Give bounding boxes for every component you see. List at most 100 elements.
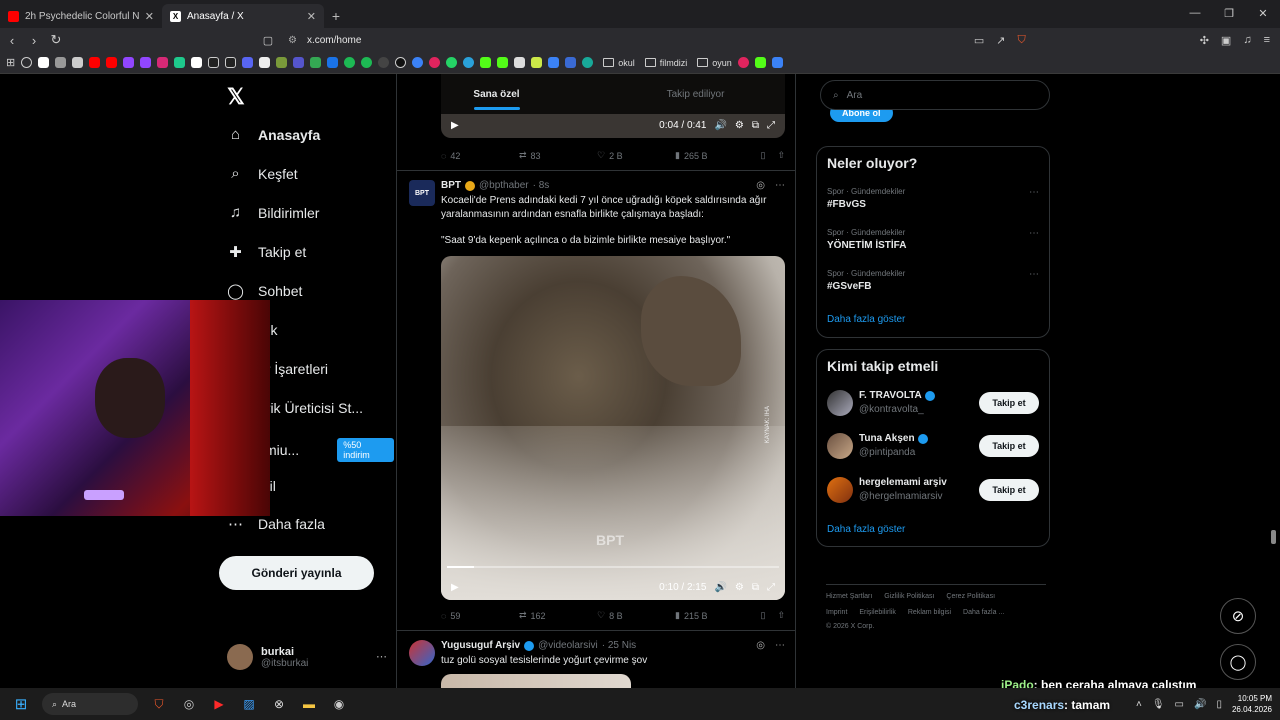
trend-item[interactable]: Spor · Gündemdekiler #GSveFB ⋯	[827, 269, 1039, 292]
bookmark-icon[interactable]	[429, 57, 441, 68]
new-tab-button[interactable]: +	[324, 4, 348, 28]
bookmark-icon[interactable]	[582, 57, 594, 68]
wallet-icon[interactable]: ▣	[1221, 34, 1231, 47]
github-bookmark-icon[interactable]	[395, 57, 407, 68]
reply-button[interactable]: ◌ 59	[441, 611, 519, 621]
grok-icon[interactable]: ◎	[756, 180, 765, 191]
bookmark-icon[interactable]	[771, 57, 783, 68]
video-player[interactable]: BPT KAYNAK: İHA ▶ 0:10 / 2:15 🔊 ⚙ ⧉ ⤢	[441, 256, 785, 600]
footer-link[interactable]: Gizlilik Politikası	[884, 593, 934, 600]
play-icon[interactable]: ▶	[451, 120, 459, 131]
messages-fab[interactable]: ◯	[1220, 644, 1256, 680]
follow-button[interactable]: Takip et	[979, 435, 1039, 457]
whatsapp-bookmark-icon[interactable]	[446, 57, 458, 68]
like-button[interactable]: ♡ 8 B	[597, 610, 675, 621]
tweet-time[interactable]: · 25 Nis	[602, 640, 636, 651]
network-icon[interactable]: ▭	[1175, 699, 1184, 710]
bookmark-icon[interactable]	[293, 57, 305, 68]
battery-icon[interactable]: ▯	[1216, 699, 1222, 710]
steam-icon[interactable]: ◉	[324, 688, 354, 720]
grok-fab[interactable]: ⊘	[1220, 598, 1256, 634]
bookmark-icon[interactable]	[531, 57, 543, 68]
tab-following[interactable]: Takip ediliyor	[596, 74, 795, 114]
close-tab-icon[interactable]: ✕	[307, 10, 316, 23]
avatar[interactable]	[827, 477, 853, 503]
post-button[interactable]: Gönderi yayınla	[219, 556, 374, 590]
brave-app-icon[interactable]: ⛉	[144, 688, 174, 720]
follow-suggestion[interactable]: Tuna Akşen @pintipanda Takip et	[827, 431, 1039, 461]
reply-button[interactable]: ◌ 42	[441, 151, 519, 161]
telegram-bookmark-icon[interactable]	[463, 57, 475, 68]
author-name[interactable]: Yugusuguf Arşiv	[441, 640, 520, 651]
bookmark-icon[interactable]	[737, 57, 749, 68]
search-input[interactable]: ⌕ Ara	[820, 80, 1050, 110]
kick-bookmark-icon[interactable]	[480, 57, 492, 68]
bookmark-icon[interactable]	[378, 57, 390, 68]
tab-x-home[interactable]: X Anasayfa / X ✕	[162, 4, 324, 28]
tweet-media[interactable]	[441, 674, 631, 688]
volume-icon[interactable]: 🔊	[1194, 699, 1206, 710]
author-name[interactable]: BPT	[441, 180, 461, 191]
settings-icon[interactable]: ⚙	[735, 582, 744, 593]
youtube-music-icon[interactable]: ▶	[204, 688, 234, 720]
play-icon[interactable]: ▶	[451, 582, 459, 593]
follow-suggestion[interactable]: hergelemami arşiv @hergelmamiarsiv Takip…	[827, 475, 1039, 505]
spotify-bookmark-icon[interactable]	[361, 57, 373, 68]
forward-icon[interactable]: ›	[24, 33, 44, 48]
url-field[interactable]: ⚙ x.com/home	[280, 30, 1000, 50]
avatar[interactable]	[409, 640, 435, 666]
x-bookmark-icon[interactable]	[191, 57, 203, 68]
spotify-bookmark-icon[interactable]	[344, 57, 356, 68]
fullscreen-icon[interactable]: ⤢	[767, 582, 775, 593]
apps-icon[interactable]: ⊞	[6, 56, 15, 69]
show-more-link[interactable]: Daha fazla göster	[827, 524, 905, 535]
bookmark-folder-okul[interactable]: okul	[603, 58, 635, 68]
cast-icon[interactable]: ▭	[974, 34, 984, 47]
views-button[interactable]: ▮ 265 B	[675, 150, 753, 161]
volume-icon[interactable]: 🔊	[714, 120, 726, 131]
follow-suggestion[interactable]: F. TRAVOLTA @kontravolta_ Takip et	[827, 388, 1039, 418]
follow-button[interactable]: Takip et	[979, 392, 1039, 414]
footer-link[interactable]: Hizmet Şartları	[826, 593, 872, 600]
more-icon[interactable]: ⋯	[1029, 187, 1039, 198]
footer-link[interactable]: Reklam bilgisi	[908, 609, 951, 616]
bookmark-icon[interactable]	[548, 57, 560, 68]
photos-icon[interactable]: ▨	[234, 688, 264, 720]
taskbar-search[interactable]: ⌕ Ara	[42, 693, 138, 715]
volume-icon[interactable]: 🔊	[714, 582, 726, 593]
grok-icon[interactable]: ◎	[756, 640, 765, 651]
author-handle[interactable]: @videolarsivi	[538, 640, 598, 651]
google-bookmark-icon[interactable]	[38, 57, 50, 68]
bookmark-icon[interactable]	[259, 57, 271, 68]
kick-bookmark-icon[interactable]	[754, 57, 766, 68]
x-logo[interactable]: 𝕏	[227, 84, 245, 110]
tab-youtube[interactable]: 2h Psychedelic Colorful Neon Backgr ✕	[0, 4, 162, 28]
bookmark-page-icon[interactable]: ▢	[258, 34, 278, 47]
trend-item[interactable]: Spor · Gündemdekiler #FBvGS ⋯	[827, 187, 1039, 210]
trend-item[interactable]: Spor · Gündemdekiler YÖNETİM İSTİFA ⋯	[827, 228, 1039, 251]
share-icon[interactable]: ↗	[996, 34, 1005, 47]
close-window-icon[interactable]: ✕	[1246, 0, 1280, 26]
bookmark-icon[interactable]	[327, 57, 339, 68]
footer-link[interactable]: Daha fazla ...	[963, 609, 1004, 616]
bookmark-icon[interactable]	[276, 57, 288, 68]
avatar[interactable]	[827, 433, 853, 459]
twitch-bookmark-icon[interactable]	[123, 57, 135, 68]
more-icon[interactable]: ⋯	[1029, 228, 1039, 239]
clock[interactable]: 10:05 PM 26.04.2026	[1232, 693, 1272, 715]
sidebar-item-home[interactable]: ⌂ Anasayfa	[227, 126, 320, 143]
chatgpt-icon[interactable]: ⊗	[264, 688, 294, 720]
bookmark-icon[interactable]: ▯	[761, 610, 766, 621]
sidebar-item-chat[interactable]: ◯ Sohbet	[227, 282, 302, 300]
app-icon[interactable]: ◎	[174, 688, 204, 720]
bookmark-icon[interactable]	[514, 57, 526, 68]
drive-bookmark-icon[interactable]	[310, 57, 322, 68]
footer-link[interactable]: Çerez Politikası	[946, 593, 995, 600]
twitch-bookmark-icon[interactable]	[140, 57, 152, 68]
back-icon[interactable]: ‹	[2, 33, 22, 48]
scrollbar[interactable]	[1271, 530, 1276, 544]
instagram-bookmark-icon[interactable]	[157, 57, 169, 68]
bookmark-icon[interactable]: ▯	[761, 150, 766, 161]
bookmark-icon[interactable]	[55, 57, 67, 68]
extensions-icon[interactable]: ✣	[1200, 34, 1209, 47]
